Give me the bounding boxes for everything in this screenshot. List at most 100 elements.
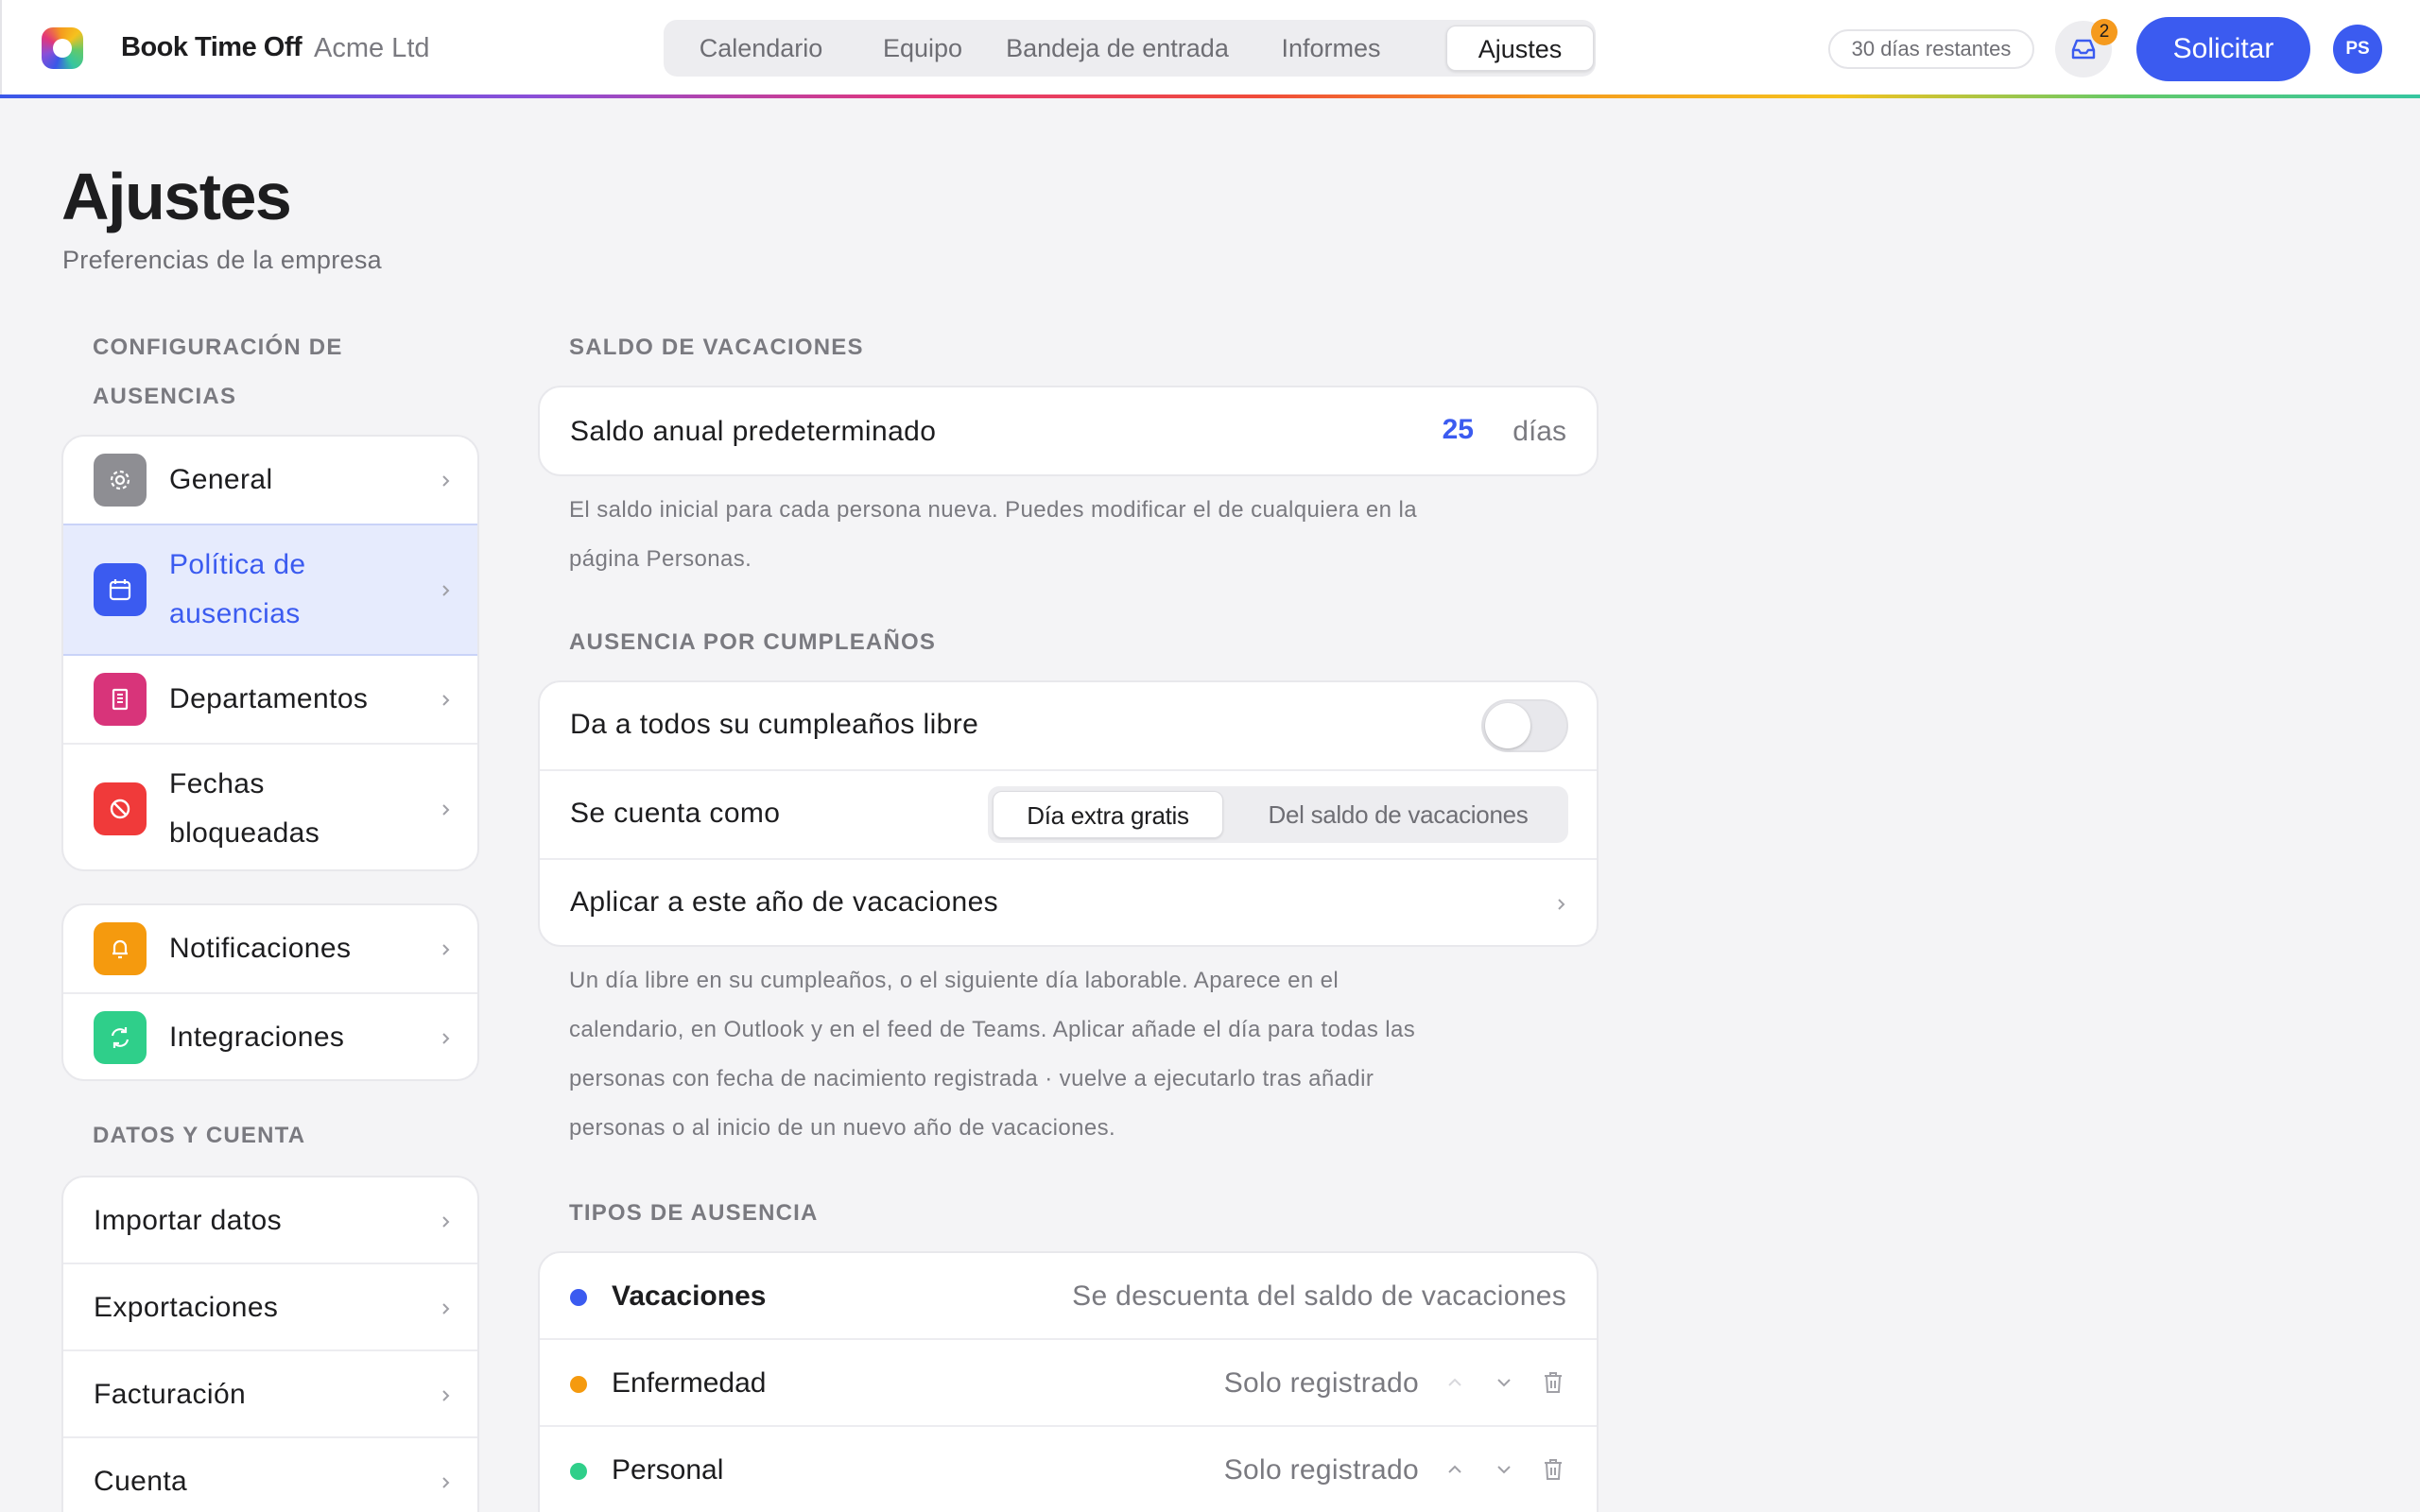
- calendar-icon: [94, 563, 147, 616]
- sidebar-item-leave-policy[interactable]: Política de ausencias: [63, 524, 477, 656]
- leave-type-rule: Solo registrado: [1223, 1367, 1419, 1399]
- leave-type-color-dot: [570, 1289, 587, 1306]
- block-icon: [94, 782, 147, 835]
- allowance-help-line2: página Personas.: [569, 546, 752, 572]
- birthday-help-line4: personas o al inicio de un nuevo año de …: [569, 1115, 1116, 1141]
- gear-icon: [94, 454, 147, 507]
- move-up-icon[interactable]: [1445, 1463, 1464, 1476]
- chevron-right-icon: [440, 1302, 453, 1315]
- sidebar-item-label-line2: bloqueadas: [169, 817, 320, 849]
- allowance-help: El saldo inicial para cada persona nueva…: [569, 486, 1571, 584]
- chevron-right-icon: [440, 803, 453, 816]
- allowance-unit: días: [1512, 416, 1566, 447]
- leave-type-row[interactable]: Enfermedad Solo registrado: [540, 1340, 1597, 1427]
- allowance-label: Saldo anual predeterminado: [570, 416, 937, 447]
- sidebar-item-label: Exportaciones: [94, 1292, 279, 1323]
- birthday-toggle-row: Da a todos su cumpleaños libre: [540, 682, 1597, 771]
- page-subtitle: Preferencias de la empresa: [62, 246, 382, 274]
- building-icon: [94, 673, 147, 726]
- birthday-toggle[interactable]: [1481, 699, 1568, 752]
- inbox-count-badge: 2: [2091, 19, 2118, 45]
- leave-types-card: Vacaciones Se descuenta del saldo de vac…: [538, 1251, 1599, 1512]
- apply-row[interactable]: Aplicar a este año de vacaciones: [540, 860, 1597, 945]
- app-logo[interactable]: [42, 27, 83, 69]
- move-up-icon[interactable]: [1445, 1376, 1464, 1389]
- segment-extra-day[interactable]: Día extra gratis: [993, 791, 1223, 838]
- chevron-right-icon: [440, 474, 453, 488]
- counts-as-row: Se cuenta como Día extra gratis Del sald…: [540, 771, 1597, 860]
- sidebar-item-general[interactable]: General: [63, 437, 477, 525]
- birthday-help-line3: personas con fecha de nacimiento registr…: [569, 1066, 1374, 1091]
- allowance-section-label: SALDO DE VACACIONES: [569, 335, 864, 360]
- birthday-help-line1: Un día libre en su cumpleaños, o el sigu…: [569, 968, 1340, 993]
- request-button[interactable]: Solicitar: [2136, 17, 2310, 81]
- sidebar-item-account[interactable]: Cuenta: [63, 1438, 477, 1512]
- sidebar-item-label: Política de ausencias: [169, 541, 305, 639]
- chevron-right-icon: [1555, 898, 1568, 911]
- allowance-help-line1: El saldo inicial para cada persona nueva…: [569, 497, 1417, 523]
- leave-type-rule: Solo registrado: [1223, 1454, 1419, 1486]
- sidebar-section-label-line2: AUSENCIAS: [93, 384, 237, 409]
- sidebar-item-departments[interactable]: Departamentos: [63, 656, 477, 745]
- chevron-right-icon: [440, 694, 453, 707]
- chevron-right-icon: [440, 1476, 453, 1489]
- leave-type-rule: Se descuenta del saldo de vacaciones: [1072, 1280, 1566, 1312]
- tab-calendar[interactable]: Calendario: [671, 26, 851, 71]
- org-name: Acme Ltd: [314, 33, 430, 63]
- sidebar-item-blocked-dates[interactable]: Fechas bloqueadas: [63, 745, 477, 869]
- sidebar-section-label-line1: CONFIGURACIÓN DE: [93, 335, 343, 360]
- sync-icon: [94, 1011, 147, 1064]
- days-remaining-badge: 30 días restantes: [1828, 29, 2034, 69]
- tab-reports[interactable]: Informes: [1250, 26, 1412, 71]
- tab-settings[interactable]: Ajustes: [1446, 26, 1594, 71]
- inbox-icon: [2071, 39, 2096, 60]
- sidebar-item-exports[interactable]: Exportaciones: [63, 1264, 477, 1351]
- chevron-right-icon: [440, 1215, 453, 1228]
- trash-icon[interactable]: [1542, 1457, 1564, 1482]
- sidebar-section-data: DATOS Y CUENTA: [93, 1123, 306, 1148]
- sidebar-group-data: Importar datos Exportaciones Facturación…: [61, 1176, 479, 1512]
- sidebar-item-label-line2: ausencias: [169, 598, 301, 629]
- avatar[interactable]: PS: [2333, 25, 2382, 74]
- chevron-right-icon: [440, 1389, 453, 1402]
- tab-inbox[interactable]: Bandeja de entrada: [994, 26, 1240, 71]
- tab-team[interactable]: Equipo: [860, 26, 985, 71]
- sidebar-item-label: Cuenta: [94, 1466, 188, 1497]
- sidebar-item-billing[interactable]: Facturación: [63, 1351, 477, 1438]
- apply-label: Aplicar a este año de vacaciones: [570, 886, 999, 918]
- sidebar-item-label: Integraciones: [169, 1022, 345, 1053]
- segment-from-allowance[interactable]: Del saldo de vacaciones: [1236, 791, 1561, 838]
- leave-type-row[interactable]: Personal Solo registrado: [540, 1427, 1597, 1512]
- main-nav: Calendario Equipo Bandeja de entrada Inf…: [664, 20, 1596, 77]
- toggle-knob: [1485, 703, 1530, 748]
- sidebar-item-label-line1: Fechas: [169, 768, 265, 799]
- bell-icon: [94, 922, 147, 975]
- counts-as-label: Se cuenta como: [570, 798, 781, 829]
- chevron-right-icon: [440, 1032, 453, 1045]
- birthday-help-line2: calendario, en Outlook y en el feed de T…: [569, 1017, 1416, 1042]
- sidebar-item-notifications[interactable]: Notificaciones: [63, 905, 477, 994]
- move-down-icon[interactable]: [1495, 1463, 1513, 1476]
- move-down-icon[interactable]: [1495, 1376, 1513, 1389]
- counts-as-segmented-control: Día extra gratis Del saldo de vacaciones: [988, 786, 1568, 843]
- top-bar: Book Time Off Acme Ltd Calendario Equipo…: [0, 0, 2420, 96]
- leave-type-row[interactable]: Vacaciones Se descuenta del saldo de vac…: [540, 1253, 1597, 1340]
- sidebar-item-integrations[interactable]: Integraciones: [63, 994, 477, 1079]
- sidebar-group-system: Notificaciones Integraciones: [61, 903, 479, 1081]
- leave-type-name: Personal: [612, 1454, 724, 1486]
- sidebar-group-leave: General Política de ausencias Departamen…: [61, 435, 479, 871]
- sidebar-item-label: Notificaciones: [169, 933, 352, 964]
- sidebar-item-label: Facturación: [94, 1379, 247, 1410]
- birthday-toggle-label: Da a todos su cumpleaños libre: [570, 709, 979, 740]
- sidebar-item-import[interactable]: Importar datos: [63, 1177, 477, 1264]
- trash-icon[interactable]: [1542, 1370, 1564, 1395]
- leave-type-color-dot: [570, 1376, 587, 1393]
- allowance-value-input[interactable]: 25: [1443, 414, 1474, 446]
- birthday-section-label: AUSENCIA POR CUMPLEAÑOS: [569, 629, 937, 655]
- sidebar-item-label: General: [169, 464, 273, 495]
- brand-name: Book Time Off: [121, 32, 302, 62]
- chevron-right-icon: [440, 584, 453, 597]
- sidebar-item-label: Fechas bloqueadas: [169, 760, 320, 858]
- birthday-card: Da a todos su cumpleaños libre Se cuenta…: [538, 680, 1599, 947]
- leave-type-name: Vacaciones: [612, 1280, 767, 1312]
